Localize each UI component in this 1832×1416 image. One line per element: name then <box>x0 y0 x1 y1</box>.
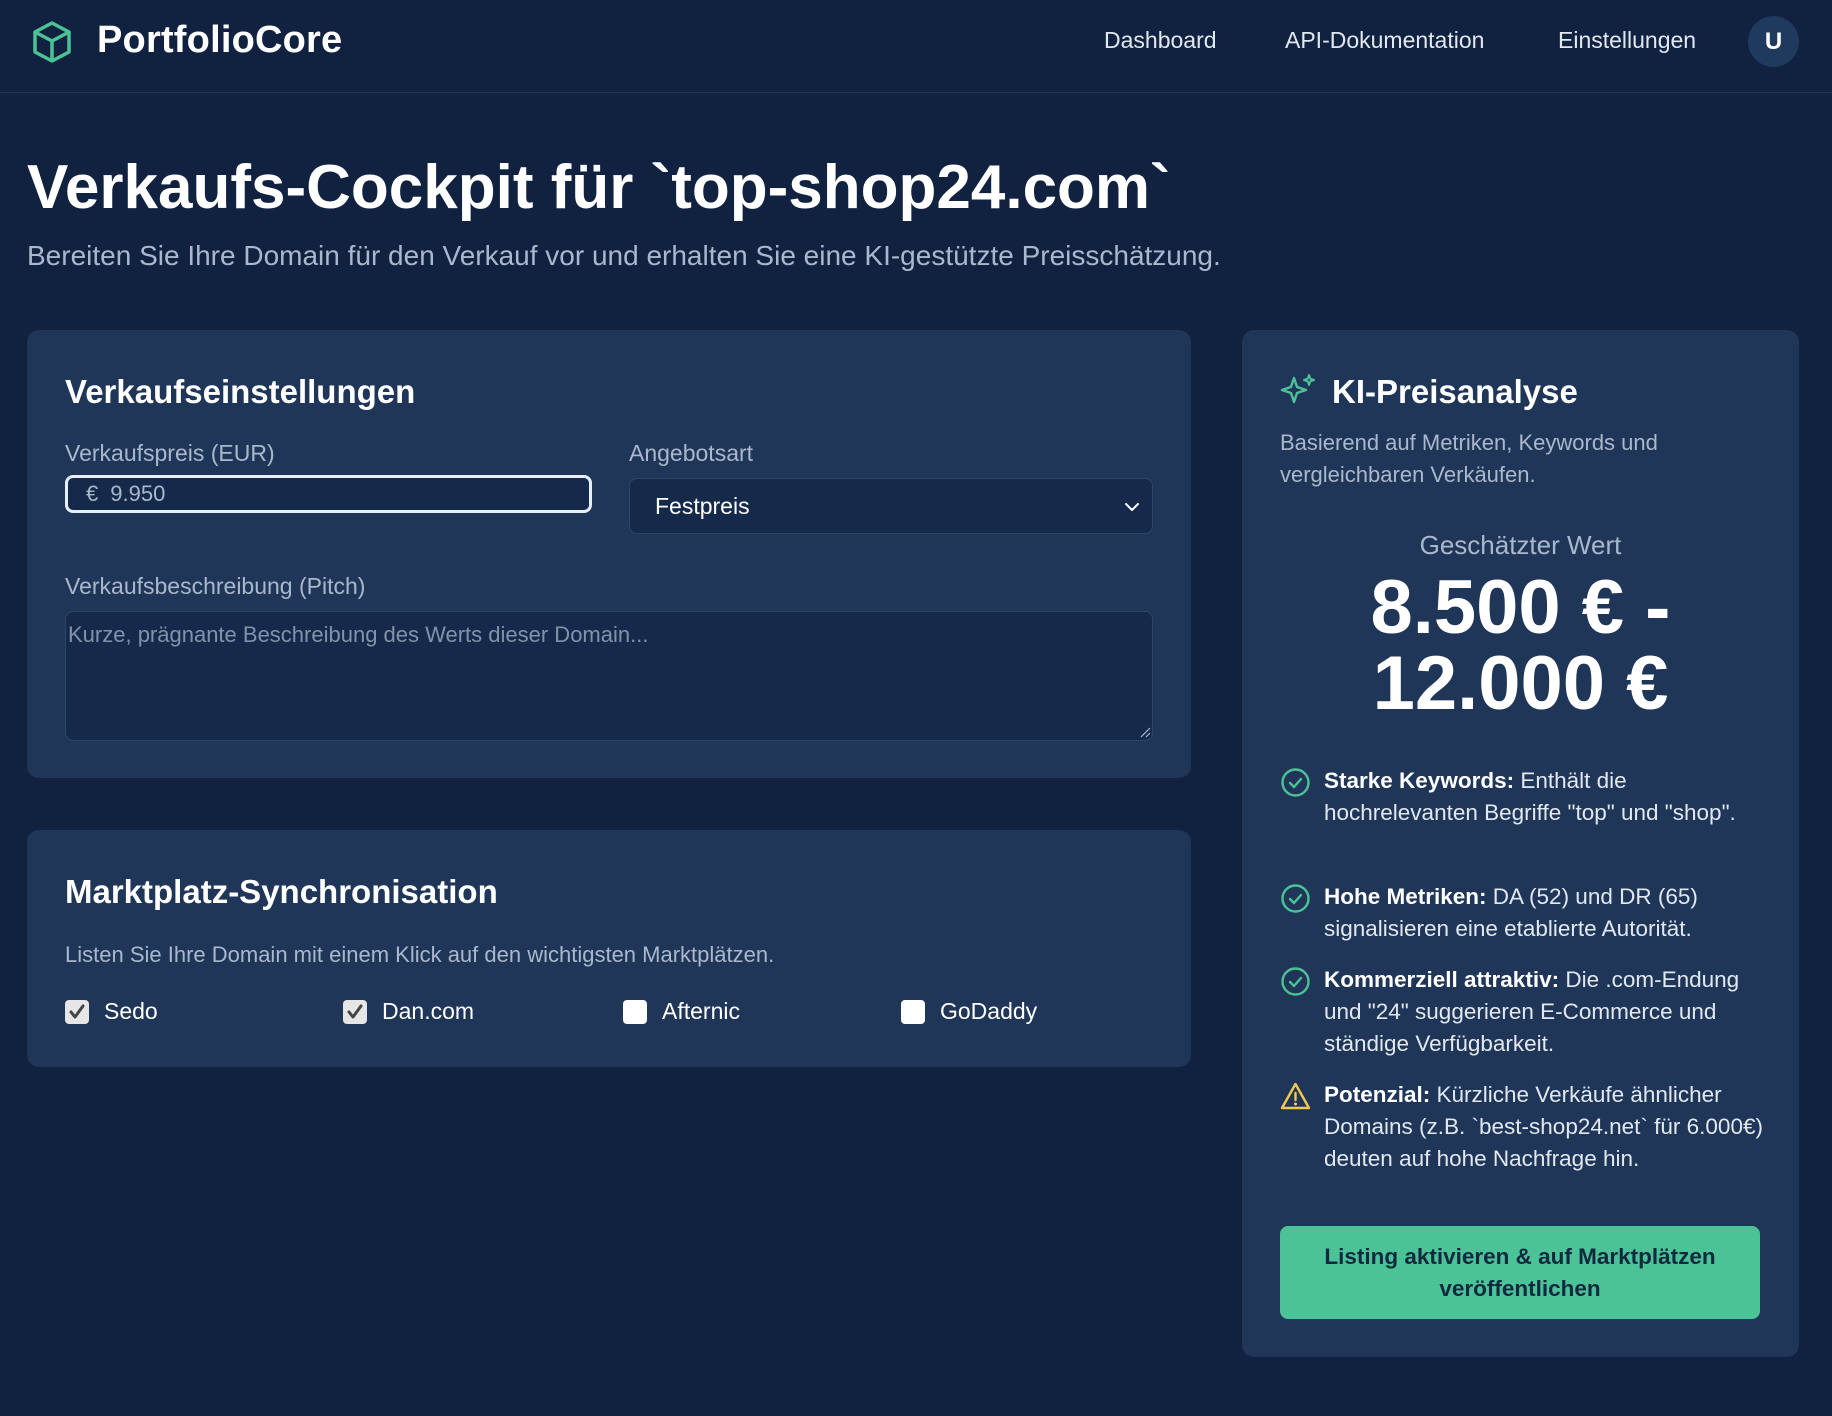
euro-prefix: € <box>86 481 99 506</box>
checkmark-icon <box>69 1004 85 1018</box>
check-circle-icon <box>1281 884 1310 913</box>
sparkles-icon <box>1280 374 1315 404</box>
chevron-down-icon <box>1125 503 1139 511</box>
page-title: Verkaufs-Cockpit für `top-shop24.com` <box>27 153 1171 222</box>
platform-afternic[interactable]: Afternic <box>623 998 740 1025</box>
offer-type-select[interactable]: Festpreis <box>629 478 1153 534</box>
reason-item: Hohe Metriken: DA (52) und DR (65) signa… <box>1280 881 1780 945</box>
price-input[interactable] <box>110 481 531 507</box>
checkmark-icon <box>347 1004 363 1018</box>
resize-grip-icon[interactable] <box>1139 726 1151 738</box>
nav-api-docs[interactable]: API-Dokumentation <box>1285 27 1484 54</box>
warning-triangle-icon <box>1280 1082 1311 1110</box>
platform-godaddy[interactable]: GoDaddy <box>901 998 1037 1025</box>
app-name[interactable]: PortfolioCore <box>97 19 342 62</box>
ai-price-analysis-card: KI-Preisanalyse Basierend auf Metriken, … <box>1242 330 1799 1357</box>
estimate-value: 8.500 € - 12.000 € <box>1242 570 1799 722</box>
offer-type-label: Angebotsart <box>629 440 754 466</box>
check-circle-icon <box>1281 768 1310 797</box>
ai-description: Basierend auf Metriken, Keywords und ver… <box>1280 430 1658 487</box>
sales-settings-card: Verkaufseinstellungen Verkaufspreis (EUR… <box>27 330 1191 778</box>
reason-text: Hohe Metriken: DA (52) und DR (65) signa… <box>1324 884 1698 941</box>
marketplace-sync-card: Marktplatz-Synchronisation Listen Sie Ih… <box>27 830 1191 1067</box>
sedo-checkbox[interactable] <box>65 999 89 1024</box>
nav-settings[interactable]: Einstellungen <box>1558 27 1696 54</box>
activate-listing-button[interactable]: Listing aktivieren & auf Marktplätzen ve… <box>1280 1226 1760 1319</box>
price-input-wrapper: € <box>65 475 592 513</box>
reason-text: Potenzial: Kürzliche Verkäufe ähnlicher … <box>1324 1082 1763 1171</box>
platform-dan[interactable]: Dan.com <box>343 998 474 1025</box>
price-label: Verkaufspreis (EUR) <box>65 440 275 466</box>
estimate-label: Geschätzter Wert <box>1419 530 1622 560</box>
estimate-line-1: 8.500 € - <box>1370 565 1671 650</box>
offer-type-value: Festpreis <box>655 492 750 519</box>
check-circle-icon <box>1281 967 1310 996</box>
settings-title: Verkaufseinstellungen <box>65 373 416 410</box>
user-avatar[interactable]: U <box>1748 16 1799 67</box>
afternic-checkbox[interactable] <box>623 999 647 1024</box>
nav-dashboard[interactable]: Dashboard <box>1104 27 1217 54</box>
godaddy-checkbox[interactable] <box>901 999 925 1024</box>
ai-title: KI-Preisanalyse <box>1332 373 1578 410</box>
market-description: Listen Sie Ihre Domain mit einem Klick a… <box>65 942 775 967</box>
pitch-label: Verkaufsbeschreibung (Pitch) <box>65 573 366 599</box>
reason-text: Kommerziell attraktiv: Die .com-Endung u… <box>1324 967 1740 1056</box>
dan-checkbox[interactable] <box>343 999 367 1024</box>
reason-text: Starke Keywords: Enthält die hochrelevan… <box>1324 768 1736 825</box>
godaddy-label: GoDaddy <box>940 998 1038 1024</box>
reason-item: Potenzial: Kürzliche Verkäufe ähnlicher … <box>1280 1079 1780 1175</box>
page-subtitle: Bereiten Sie Ihre Domain für den Verkauf… <box>27 240 1221 271</box>
top-header: PortfolioCore Dashboard API-Dokumentatio… <box>0 0 1832 93</box>
estimate-line-2: 12.000 € <box>1372 641 1669 726</box>
market-title: Marktplatz-Synchronisation <box>65 873 498 910</box>
reason-item: Starke Keywords: Enthält die hochrelevan… <box>1280 765 1780 829</box>
sedo-label: Sedo <box>104 998 158 1024</box>
dan-label: Dan.com <box>382 998 475 1024</box>
platform-sedo[interactable]: Sedo <box>65 998 158 1025</box>
reason-item: Kommerziell attraktiv: Die .com-Endung u… <box>1280 964 1780 1060</box>
pitch-textarea[interactable] <box>65 611 1153 741</box>
afternic-label: Afternic <box>662 998 740 1024</box>
cube-logo-icon[interactable] <box>32 20 72 64</box>
